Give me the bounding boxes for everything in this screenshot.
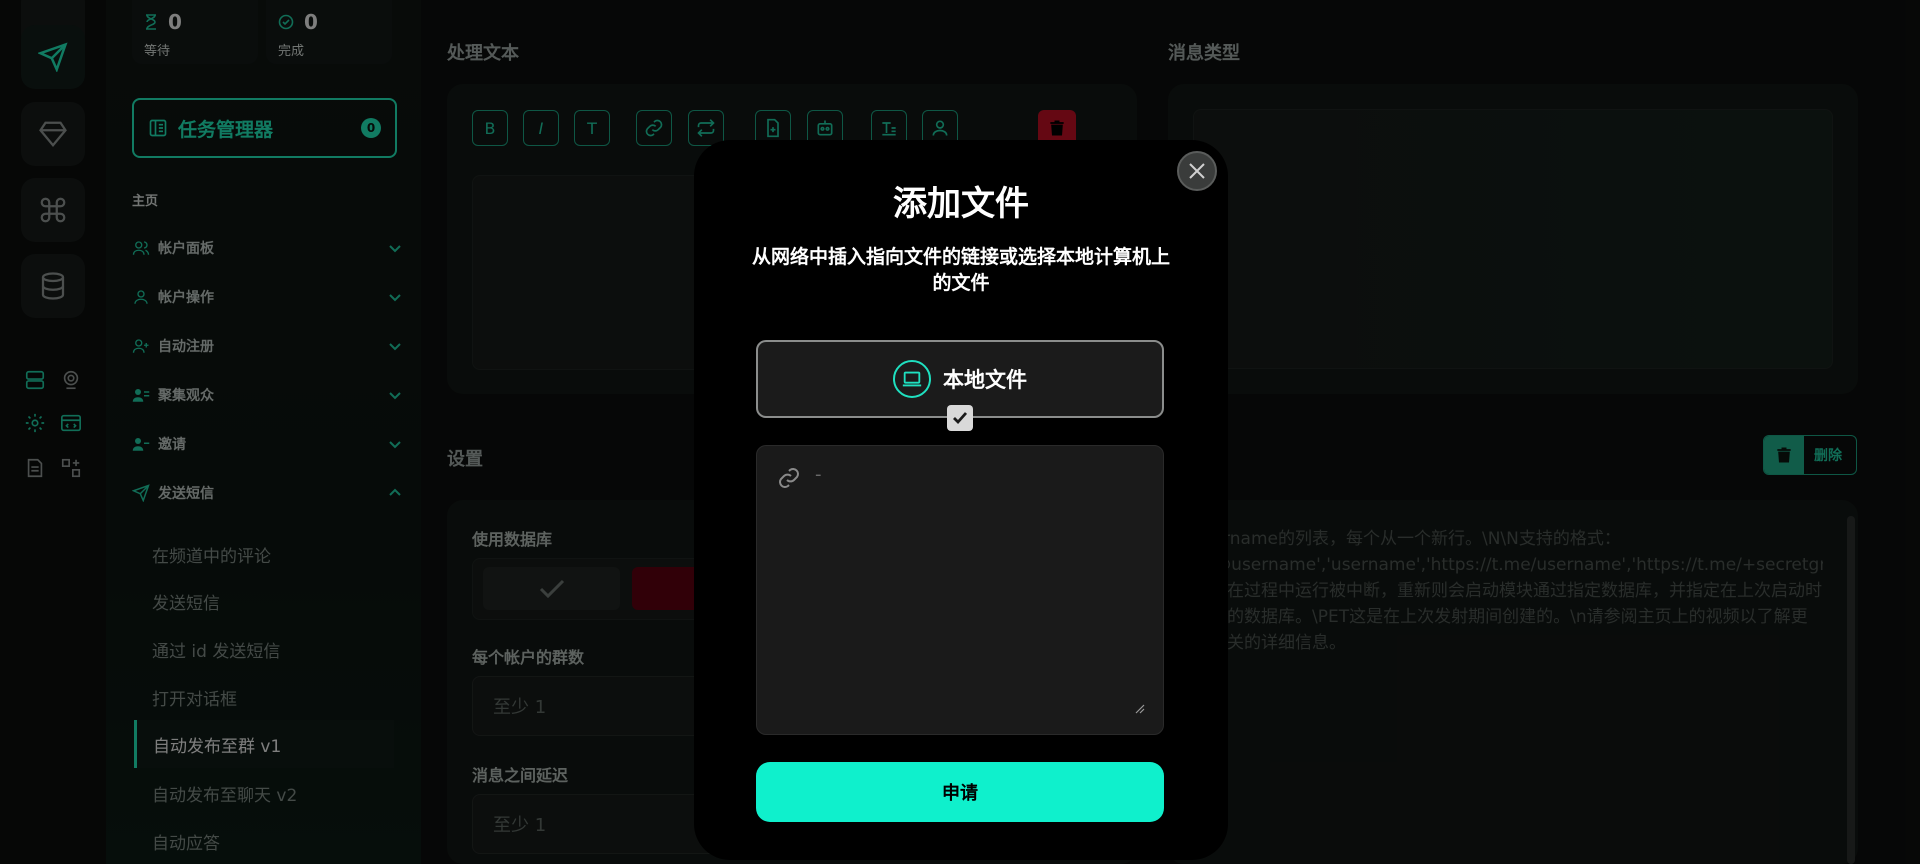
file-url-value: - — [815, 464, 822, 485]
laptop-icon — [893, 360, 931, 398]
modal-title: 添加文件 — [893, 184, 1029, 224]
modal-subtitle: 从网络中插入指向文件的链接或选择本地计算机上的文件 — [752, 246, 1171, 294]
check-icon — [953, 412, 968, 425]
resize-handle-icon[interactable] — [1135, 704, 1145, 714]
file-url-textarea[interactable]: - — [756, 445, 1164, 735]
apply-button[interactable]: 申请 — [756, 762, 1164, 822]
local-file-checkbox[interactable] — [947, 405, 973, 431]
link-icon — [779, 468, 799, 488]
local-file-label: 本地文件 — [943, 368, 1027, 392]
